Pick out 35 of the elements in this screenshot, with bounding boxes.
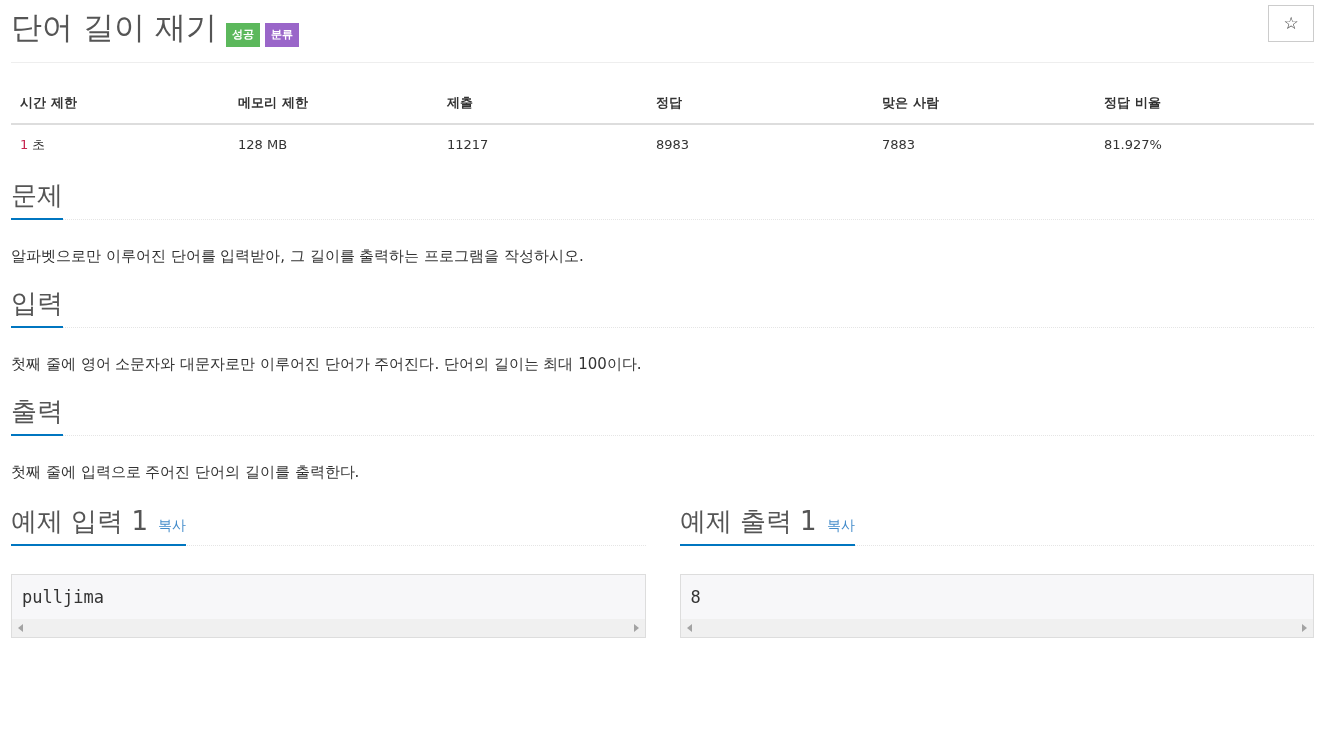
column-header: 정답 비율 xyxy=(1104,94,1161,112)
problem-title: 단어 길이 재기 xyxy=(11,8,217,47)
section-heading: 문제 xyxy=(11,179,63,212)
time-limit-unit: 초 xyxy=(32,135,46,154)
column-header: 제출 xyxy=(447,94,473,112)
star-button[interactable]: ☆ xyxy=(1268,5,1314,42)
section-heading: 출력 xyxy=(11,395,63,428)
sample-code-text: pulljima xyxy=(21,586,105,609)
column-header: 메모리 제한 xyxy=(238,94,308,112)
scroll-left-icon[interactable] xyxy=(686,623,692,632)
section-heading: 예제 출력 1 xyxy=(679,505,817,538)
horizontal-scrollbar[interactable] xyxy=(680,618,1313,637)
column-header: 맞은 사람 xyxy=(882,94,939,112)
column-header: 시간 제한 xyxy=(20,94,77,112)
table-cell-text: 8983 xyxy=(656,135,690,154)
horizontal-scrollbar[interactable] xyxy=(12,618,645,637)
table-cell-text: 7883 xyxy=(882,135,916,154)
tag-badge[interactable]: 분류 xyxy=(264,22,299,47)
column-header: 정답 xyxy=(656,94,682,112)
tag-badge[interactable]: 성공 xyxy=(225,22,260,47)
sample-code-text: 8 xyxy=(689,586,702,609)
section-heading: 예제 입력 1 xyxy=(11,505,149,538)
copy-link[interactable]: 복사 xyxy=(158,515,187,536)
section-heading: 입력 xyxy=(11,287,63,320)
section-text: 첫째 줄에 입력으로 주어진 단어의 길이를 출력한다. xyxy=(11,462,360,482)
section-text: 알파벳으로만 이루어진 단어를 입력받아, 그 길이를 출력하는 프로그램을 작성하시오. xyxy=(11,246,584,266)
copy-link[interactable]: 복사 xyxy=(826,515,855,536)
scroll-right-icon[interactable] xyxy=(1302,623,1307,632)
table-cell-text: 128 MB xyxy=(238,135,288,154)
table-cell-text: 81.927% xyxy=(1104,135,1162,154)
scroll-right-icon[interactable] xyxy=(633,623,639,632)
section-text: 첫째 줄에 영어 소문자와 대문자로만 이루어진 단어가 주어진다. 단어의 길이는 최대 100이다. xyxy=(11,354,642,374)
scroll-left-icon[interactable] xyxy=(18,623,23,632)
time-limit-value: 1 xyxy=(20,135,29,154)
table-cell-text: 11217 xyxy=(447,135,489,154)
